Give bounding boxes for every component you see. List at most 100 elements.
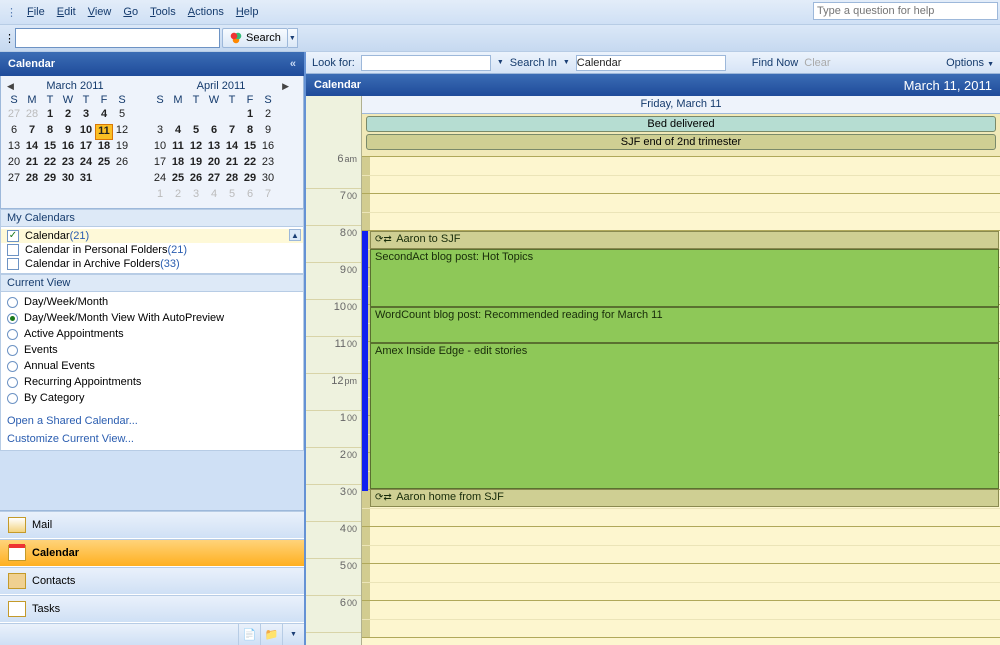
search-button[interactable]: Search <box>222 28 288 48</box>
cal-day[interactable] <box>223 108 241 124</box>
cal-day[interactable]: 15 <box>241 140 259 156</box>
search-in-input[interactable] <box>576 55 726 71</box>
cal-day[interactable]: 6 <box>241 188 259 204</box>
cal-day[interactable]: 4 <box>205 188 223 204</box>
cal-day[interactable]: 22 <box>241 156 259 172</box>
radio-icon[interactable] <box>7 297 18 308</box>
find-now-button[interactable]: Find Now <box>752 57 798 69</box>
cal-day[interactable]: 26 <box>113 156 131 172</box>
cal-day[interactable]: 9 <box>259 124 277 140</box>
cal-day[interactable]: 12 <box>113 124 131 140</box>
menu-file[interactable]: File <box>21 4 51 20</box>
radio-icon[interactable] <box>7 377 18 388</box>
cal-day[interactable]: 27 <box>5 172 23 188</box>
chevron-down-icon[interactable]: ▼ <box>563 59 570 66</box>
cal-day[interactable]: 2 <box>59 108 77 124</box>
menu-tools[interactable]: Tools <box>144 4 182 20</box>
cal-day[interactable]: 28 <box>23 108 41 124</box>
cal-day[interactable] <box>205 108 223 124</box>
search-input[interactable] <box>15 28 220 48</box>
cal-day[interactable]: 5 <box>113 108 131 124</box>
appointment[interactable]: SecondAct blog post: Hot Topics <box>370 249 999 307</box>
cal-day[interactable]: 23 <box>59 156 77 172</box>
allday-event[interactable]: SJF end of 2nd trimester <box>366 134 996 150</box>
cal-day[interactable]: 3 <box>151 124 169 140</box>
my-calendars-header[interactable]: My Calendars <box>0 209 304 227</box>
cal-day[interactable] <box>113 172 131 188</box>
cal-day[interactable]: 15 <box>41 140 59 156</box>
folders-icon[interactable]: 📁 <box>260 624 282 645</box>
cal-day[interactable]: 7 <box>223 124 241 140</box>
cal-day[interactable]: 28 <box>23 172 41 188</box>
cal-day[interactable]: 8 <box>41 124 59 140</box>
cal-day[interactable]: 10 <box>151 140 169 156</box>
cal-day[interactable]: 21 <box>23 156 41 172</box>
cal-day[interactable]: 27 <box>5 108 23 124</box>
radio-icon[interactable] <box>7 329 18 340</box>
cal-day[interactable]: 14 <box>23 140 41 156</box>
cal-day[interactable]: 30 <box>259 172 277 188</box>
menu-edit[interactable]: Edit <box>51 4 82 20</box>
calendar-item[interactable]: Calendar in Archive Folders (33) <box>1 257 303 271</box>
cal-day[interactable]: 3 <box>77 108 95 124</box>
cal-day[interactable]: 7 <box>23 124 41 140</box>
cal-day[interactable]: 27 <box>205 172 223 188</box>
cal-day[interactable]: 18 <box>169 156 187 172</box>
cal-day[interactable]: 20 <box>5 156 23 172</box>
cal-day[interactable]: 24 <box>151 172 169 188</box>
appointment[interactable]: WordCount blog post: Recommended reading… <box>370 307 999 343</box>
menu-actions[interactable]: Actions <box>182 4 230 20</box>
cal-day[interactable]: 25 <box>169 172 187 188</box>
view-option[interactable]: Day/Week/Month <box>1 294 303 310</box>
cal-day[interactable]: 17 <box>151 156 169 172</box>
cal-day[interactable]: 4 <box>95 108 113 124</box>
view-link[interactable]: Customize Current View... <box>1 430 303 448</box>
cal-day[interactable]: 30 <box>59 172 77 188</box>
radio-icon[interactable] <box>7 313 18 324</box>
cal-day[interactable]: 28 <box>223 172 241 188</box>
view-link[interactable]: Open a Shared Calendar... <box>1 412 303 430</box>
calendar-item[interactable]: Calendar in Personal Folders (21) <box>1 243 303 257</box>
cal-day[interactable] <box>187 108 205 124</box>
cal-day[interactable]: 29 <box>241 172 259 188</box>
cal-day[interactable]: 14 <box>223 140 241 156</box>
cal-day[interactable]: 1 <box>41 108 59 124</box>
checkbox-icon[interactable] <box>7 244 19 256</box>
cal-day[interactable]: 9 <box>59 124 77 140</box>
look-for-input[interactable] <box>361 55 491 71</box>
cal-day[interactable]: 17 <box>77 140 95 156</box>
cal-day[interactable]: 5 <box>187 124 205 140</box>
current-view-header[interactable]: Current View <box>0 274 304 292</box>
cal-day[interactable]: 13 <box>205 140 223 156</box>
month-title[interactable]: March 2011 <box>46 80 103 92</box>
cal-day[interactable]: 7 <box>259 188 277 204</box>
time-slot[interactable] <box>362 564 1000 601</box>
view-option[interactable]: Events <box>1 342 303 358</box>
cal-day[interactable]: 21 <box>223 156 241 172</box>
time-slot[interactable] <box>362 601 1000 638</box>
cal-day[interactable] <box>95 172 113 188</box>
cal-day[interactable]: 2 <box>169 188 187 204</box>
cal-day[interactable]: 2 <box>259 108 277 124</box>
cal-day[interactable]: 23 <box>259 156 277 172</box>
options-button[interactable]: Options ▼ <box>946 57 994 69</box>
nav-calendar[interactable]: Calendar <box>0 539 304 567</box>
next-month-icon[interactable]: ▶ <box>282 81 289 92</box>
appointment[interactable]: Amex Inside Edge - edit stories <box>370 343 999 489</box>
collapse-arrow-icon[interactable]: « <box>290 58 296 70</box>
cal-day[interactable]: 24 <box>77 156 95 172</box>
prev-month-icon[interactable]: ◀ <box>7 81 14 92</box>
cal-day[interactable]: 16 <box>59 140 77 156</box>
shortcuts-icon[interactable]: 📄 <box>238 624 260 645</box>
clear-button[interactable]: Clear <box>804 57 830 69</box>
cal-day[interactable] <box>169 108 187 124</box>
cal-day[interactable]: 5 <box>223 188 241 204</box>
cal-day[interactable]: 6 <box>205 124 223 140</box>
time-slot[interactable] <box>362 194 1000 231</box>
radio-icon[interactable] <box>7 361 18 372</box>
cal-day[interactable]: 31 <box>77 172 95 188</box>
chevron-down-icon[interactable]: ▼ <box>497 59 504 66</box>
search-dropdown[interactable]: ▼ <box>288 28 298 48</box>
month-title[interactable]: April 2011 <box>197 80 246 92</box>
cal-day[interactable]: 16 <box>259 140 277 156</box>
